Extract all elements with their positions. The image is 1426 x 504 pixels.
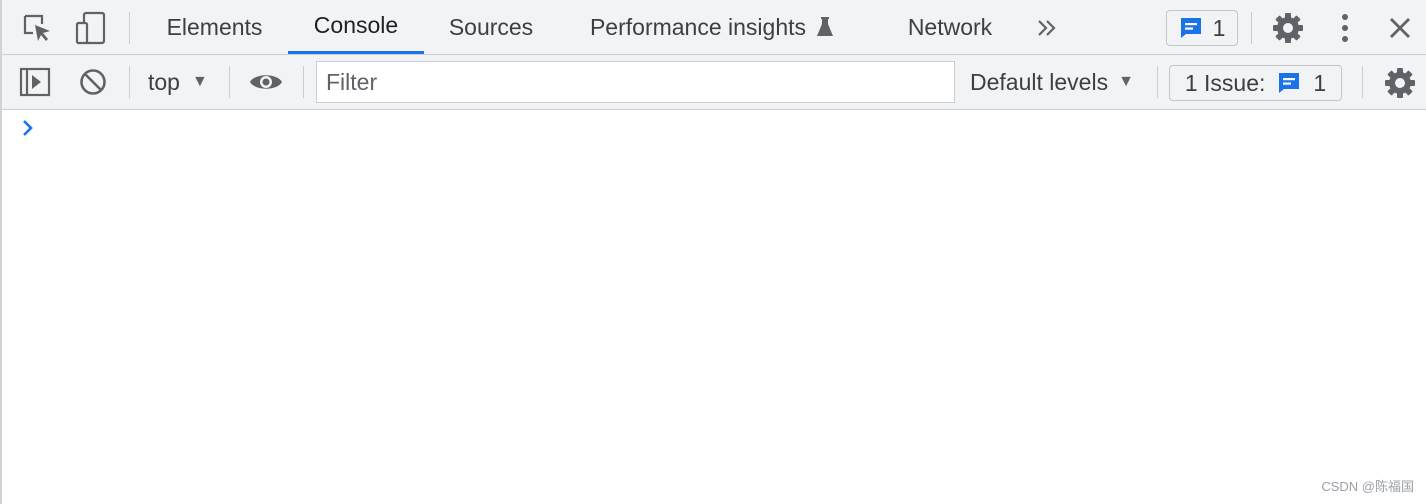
vertical-dots-icon	[1342, 14, 1348, 42]
clear-block-icon	[80, 69, 106, 95]
device-toolbar-button[interactable]	[74, 10, 108, 46]
issues-counter-button[interactable]: 1 Issue: 1	[1169, 65, 1342, 101]
separator	[303, 66, 304, 98]
more-tabs-button[interactable]	[1032, 14, 1062, 42]
show-sidebar-button[interactable]	[18, 65, 52, 99]
live-expression-button[interactable]	[246, 65, 286, 99]
filter-input[interactable]	[316, 61, 955, 103]
separator	[1251, 12, 1252, 44]
close-devtools-button[interactable]	[1383, 11, 1417, 45]
dropdown-arrow-icon: ▼	[1118, 73, 1134, 90]
separator	[129, 66, 130, 98]
context-selector[interactable]: top ▼	[148, 55, 208, 109]
device-mobile-icon	[75, 11, 106, 45]
eye-icon	[250, 75, 282, 89]
settings-button[interactable]	[1270, 10, 1306, 46]
console-prompt[interactable]	[21, 118, 35, 143]
tab-console[interactable]: Console	[288, 0, 424, 54]
devtools-window: Elements Console Sources Performance ins…	[0, 0, 1426, 504]
separator	[229, 66, 230, 98]
message-icon	[1180, 18, 1201, 38]
tab-performance-insights[interactable]: Performance insights	[571, 0, 853, 54]
experiment-flask-icon	[817, 17, 834, 36]
clear-console-button[interactable]	[76, 65, 110, 99]
console-settings-button[interactable]	[1382, 65, 1418, 101]
context-label: top	[148, 68, 180, 95]
issues-label: 1 Issue:	[1184, 69, 1266, 96]
gear-icon	[1273, 13, 1303, 43]
console-output-area[interactable]	[2, 110, 1426, 504]
prompt-chevron-icon	[23, 120, 33, 136]
console-toolbar: top ▼ Default levels ▼ 1 Issue: 1	[2, 55, 1426, 110]
messages-badge-button[interactable]: 1	[1166, 10, 1238, 46]
issues-count: 1	[1313, 69, 1327, 96]
inspect-cursor-icon	[23, 14, 50, 41]
messages-count: 1	[1212, 14, 1226, 41]
separator	[1157, 66, 1158, 98]
separator	[1362, 66, 1363, 98]
separator	[129, 12, 130, 44]
watermark: CSDN @陈福国	[1321, 479, 1414, 494]
log-levels-label: Default levels	[970, 68, 1109, 95]
gear-icon	[1385, 68, 1415, 98]
log-levels-dropdown[interactable]: Default levels ▼	[970, 55, 1134, 109]
devtools-tab-bar: Elements Console Sources Performance ins…	[2, 0, 1426, 55]
tab-network[interactable]: Network	[892, 0, 1008, 54]
close-icon	[1390, 18, 1410, 38]
inspect-element-button[interactable]	[20, 12, 54, 44]
tab-sources[interactable]: Sources	[434, 0, 548, 54]
customize-menu-button[interactable]	[1330, 10, 1360, 46]
tab-elements[interactable]: Elements	[152, 0, 277, 54]
sidebar-toggle-icon	[19, 67, 51, 97]
dropdown-arrow-icon: ▼	[191, 73, 208, 90]
message-icon	[1279, 73, 1300, 93]
double-chevron-right-icon	[1038, 20, 1056, 36]
